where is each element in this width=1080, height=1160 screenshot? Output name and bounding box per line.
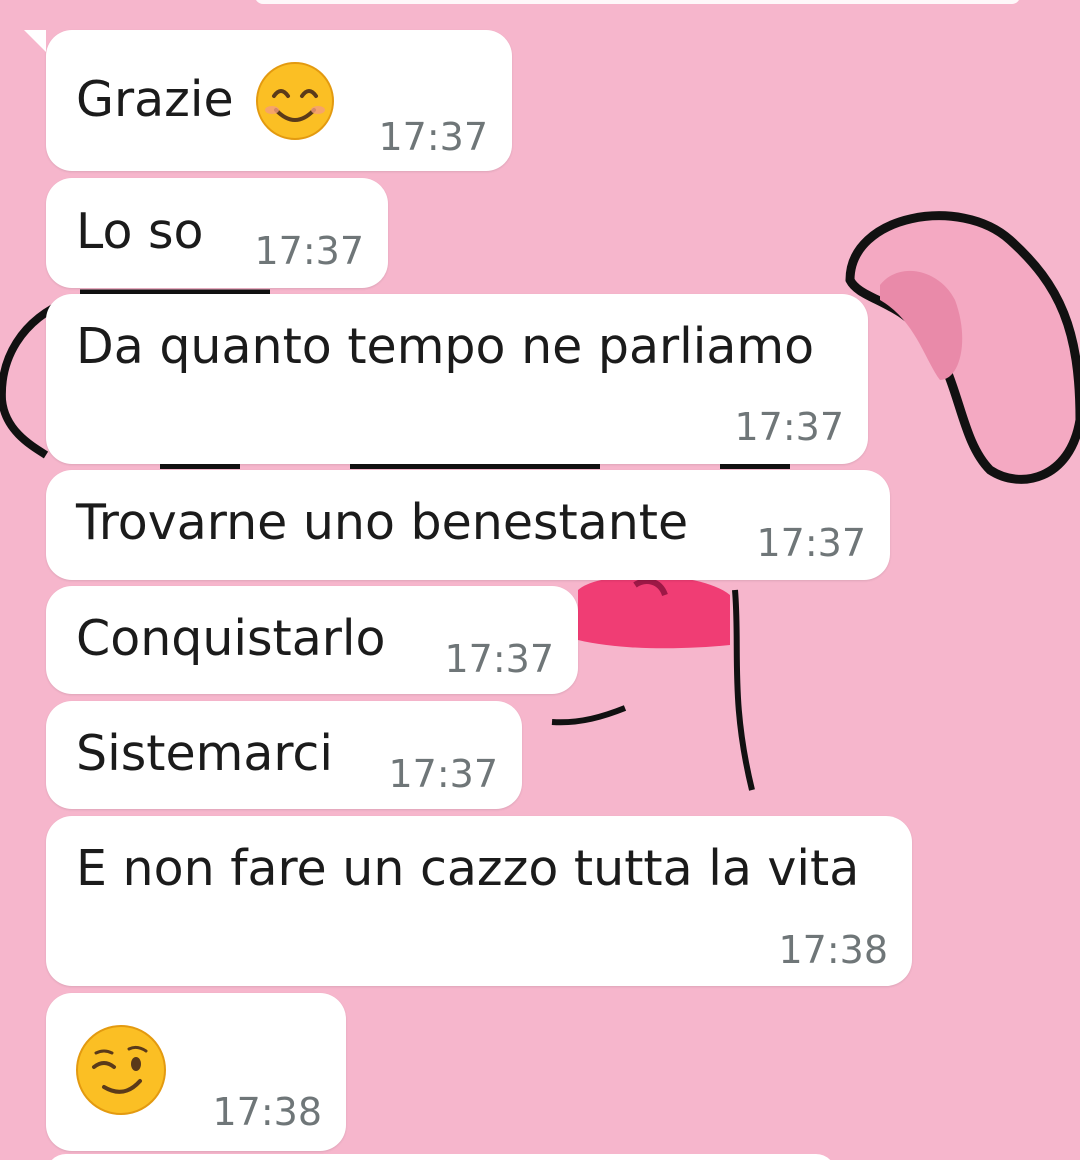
message-text: Lo so: [76, 203, 204, 260]
message-bubble[interactable]: E non fare un cazzo tutta la vita 17:38: [46, 816, 912, 986]
message-time: 17:37: [254, 229, 364, 273]
message-text: Grazie: [76, 71, 234, 128]
message-text: Da quanto tempo ne parliamo: [76, 318, 815, 375]
message-time: 17:37: [756, 521, 866, 565]
message-bubble[interactable]: Lo so 17:37: [46, 178, 388, 288]
message-text: E non fare un cazzo tutta la vita: [76, 840, 860, 897]
message-bubble-partial: [46, 1154, 836, 1160]
winking-face-icon: [76, 1025, 166, 1115]
smiling-face-icon: [256, 62, 334, 140]
message-time: 17:37: [734, 405, 844, 449]
message-time: 17:38: [212, 1090, 322, 1134]
message-time: 17:37: [444, 637, 554, 681]
message-text: Conquistarlo: [76, 610, 386, 667]
message-bubble[interactable]: Da quanto tempo ne parliamo 17:37: [46, 294, 868, 464]
message-bubble[interactable]: Grazie 17:37: [24, 30, 512, 171]
message-bubble[interactable]: Trovarne uno benestante 17:37: [46, 470, 890, 580]
chat-wallpaper: [0, 0, 1080, 1160]
message-text: Sistemarci: [76, 725, 333, 782]
message-bubble[interactable]: 17:38: [46, 993, 346, 1151]
message-text: Trovarne uno benestante: [76, 494, 689, 551]
message-time: 17:38: [778, 928, 888, 972]
message-time: 17:37: [388, 752, 498, 796]
message-bubble[interactable]: Sistemarci 17:37: [46, 701, 522, 809]
message-bubble[interactable]: Conquistarlo 17:37: [46, 586, 578, 694]
message-time: 17:37: [378, 115, 488, 159]
